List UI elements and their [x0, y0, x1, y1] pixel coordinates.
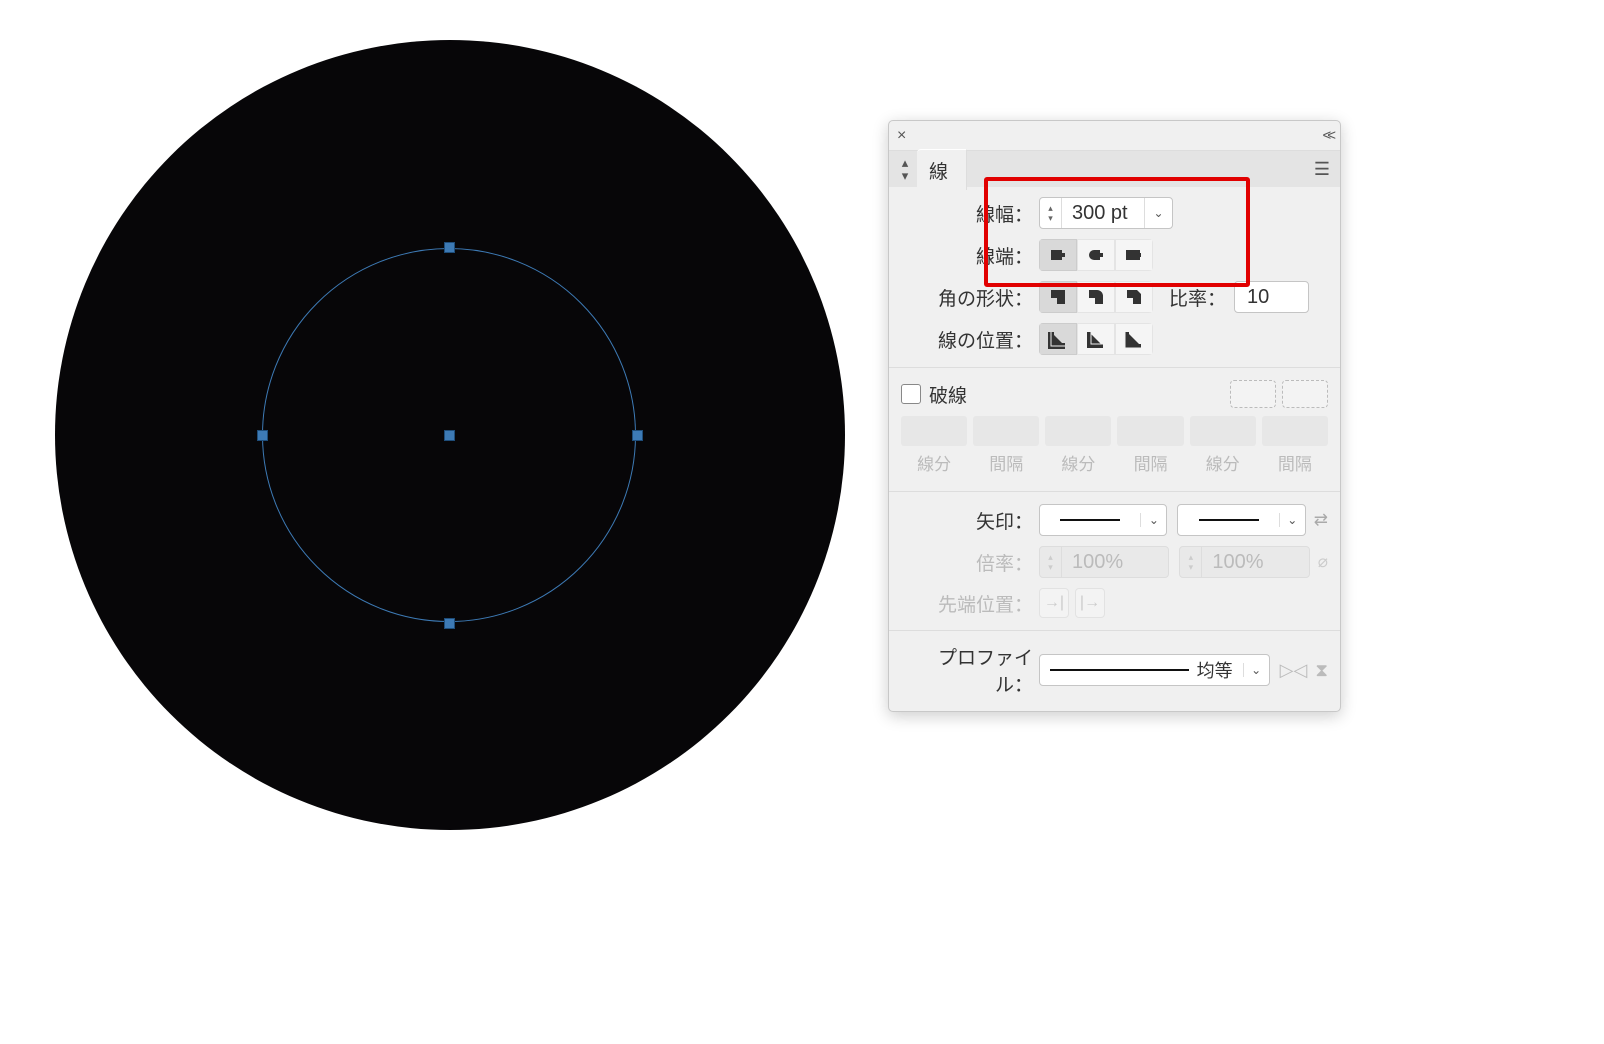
arrow-scale-end-value: 100%	[1202, 547, 1284, 577]
arrowhead-end-preview	[1178, 519, 1278, 521]
canvas-area[interactable]	[0, 0, 900, 1044]
row-dashed: 破線	[901, 380, 1328, 408]
arrowhead-end-dropdown[interactable]: ⌄	[1177, 504, 1305, 536]
panel-tab-row: ▴▾ 線 ☰	[889, 151, 1340, 187]
dash-value-1[interactable]	[901, 416, 967, 446]
dash-col-1: 線分	[901, 450, 967, 475]
profile-preview-line	[1050, 669, 1189, 671]
stroke-panel: × << ▴▾ 線 ☰ 線幅： ▴▾ 300 pt ⌄ 線端：	[888, 120, 1341, 712]
corners-group	[1039, 281, 1153, 313]
miter-join-button[interactable]	[1039, 281, 1077, 313]
row-stroke-weight: 線幅： ▴▾ 300 pt ⌄	[901, 197, 1328, 229]
panel-menu-icon[interactable]: ☰	[1314, 159, 1330, 180]
align-stroke-group	[1039, 323, 1153, 355]
stroke-weight-input[interactable]: ▴▾ 300 pt ⌄	[1039, 197, 1173, 229]
link-scale-icon: ⌀	[1318, 552, 1328, 572]
tab-expand-icon[interactable]: ▴▾	[895, 156, 915, 182]
dash-align-corners-button[interactable]	[1282, 380, 1328, 408]
stepper-arrows-icon[interactable]: ▴▾	[1040, 198, 1062, 228]
align-stroke-center-button[interactable]	[1039, 323, 1077, 355]
profile-label: プロファイル：	[901, 643, 1039, 697]
arrow-scale-end-input: ▴▾ 100%	[1179, 546, 1309, 578]
dash-col-2: 間隔	[973, 450, 1039, 475]
tip-at-end-button: |→	[1075, 588, 1105, 618]
row-arrow-scale: 倍率： ▴▾ 100% ▴▾ 100% ⌀	[901, 546, 1328, 578]
miter-limit-input[interactable]: 10	[1234, 281, 1309, 313]
dash-col-6: 間隔	[1262, 450, 1328, 475]
arrowhead-start-dropdown[interactable]: ⌄	[1039, 504, 1167, 536]
dash-col-3: 線分	[1045, 450, 1111, 475]
dash-value-5[interactable]	[1190, 416, 1256, 446]
row-arrowheads: 矢印： ⌄ ⌄ ⇄	[901, 504, 1328, 536]
anchor-point-right[interactable]	[632, 430, 643, 441]
panel-titlebar[interactable]: × <<	[889, 121, 1340, 151]
arrow-scale-start-input: ▴▾ 100%	[1039, 546, 1169, 578]
arrowheads-label: 矢印：	[901, 507, 1039, 534]
round-cap-button[interactable]	[1077, 239, 1115, 271]
arrowhead-start-preview	[1040, 519, 1140, 521]
dash-value-2[interactable]	[973, 416, 1039, 446]
stroke-weight-value[interactable]: 300 pt	[1062, 198, 1144, 228]
dash-col-4: 間隔	[1117, 450, 1183, 475]
row-tip-align: 先端位置： →| |→	[901, 588, 1328, 618]
row-corners: 角の形状： 比率： 10	[901, 281, 1328, 313]
dash-col-5: 線分	[1190, 450, 1256, 475]
profile-value: 均等	[1197, 657, 1233, 683]
flip-vertical-icon[interactable]: ⧗	[1315, 660, 1328, 681]
profile-dropdown[interactable]: 均等 ⌄	[1039, 654, 1270, 686]
close-icon[interactable]: ×	[897, 127, 906, 145]
dash-column-labels: 線分 間隔 線分 間隔 線分 間隔	[901, 450, 1328, 475]
chevron-down-icon[interactable]: ⌄	[1140, 513, 1166, 527]
stepper-arrows-icon: ▴▾	[1180, 547, 1202, 577]
bevel-join-button[interactable]	[1115, 281, 1153, 313]
arrow-scale-start-value: 100%	[1062, 547, 1144, 577]
arrow-scale-label: 倍率：	[901, 549, 1039, 576]
dash-value-6[interactable]	[1262, 416, 1328, 446]
row-profile: プロファイル： 均等 ⌄ ▷◁ ⧗	[901, 643, 1328, 697]
projecting-cap-button[interactable]	[1115, 239, 1153, 271]
collapse-icon[interactable]: <<	[1322, 127, 1332, 144]
dash-values-grid	[901, 416, 1328, 446]
chevron-down-icon[interactable]: ⌄	[1279, 513, 1305, 527]
dashed-checkbox[interactable]	[901, 384, 921, 404]
tip-align-label: 先端位置：	[901, 590, 1039, 617]
dashed-label: 破線	[929, 381, 967, 408]
stepper-arrows-icon: ▴▾	[1040, 547, 1062, 577]
center-point[interactable]	[444, 430, 455, 441]
chevron-down-icon[interactable]: ⌄	[1243, 663, 1269, 677]
caps-group	[1039, 239, 1153, 271]
dash-preserve-exact-button[interactable]	[1230, 380, 1276, 408]
miter-limit-label: 比率：	[1169, 284, 1226, 311]
stroke-weight-label: 線幅：	[901, 200, 1039, 227]
butt-cap-button[interactable]	[1039, 239, 1077, 271]
row-caps: 線端：	[901, 239, 1328, 271]
anchor-point-top[interactable]	[444, 242, 455, 253]
align-stroke-label: 線の位置：	[901, 326, 1039, 353]
anchor-point-bottom[interactable]	[444, 618, 455, 629]
swap-arrowheads-icon[interactable]: ⇄	[1314, 510, 1328, 530]
row-align-stroke: 線の位置：	[901, 323, 1328, 355]
round-join-button[interactable]	[1077, 281, 1115, 313]
align-stroke-inside-button[interactable]	[1077, 323, 1115, 355]
dash-value-4[interactable]	[1117, 416, 1183, 446]
dash-value-3[interactable]	[1045, 416, 1111, 446]
stroke-weight-dropdown-icon[interactable]: ⌄	[1144, 198, 1172, 228]
tab-stroke[interactable]: 線	[917, 149, 967, 190]
align-stroke-outside-button[interactable]	[1115, 323, 1153, 355]
anchor-point-left[interactable]	[257, 430, 268, 441]
caps-label: 線端：	[901, 242, 1039, 269]
tip-extend-button: →|	[1039, 588, 1069, 618]
flip-horizontal-icon[interactable]: ▷◁	[1280, 660, 1308, 681]
corners-label: 角の形状：	[901, 284, 1039, 311]
